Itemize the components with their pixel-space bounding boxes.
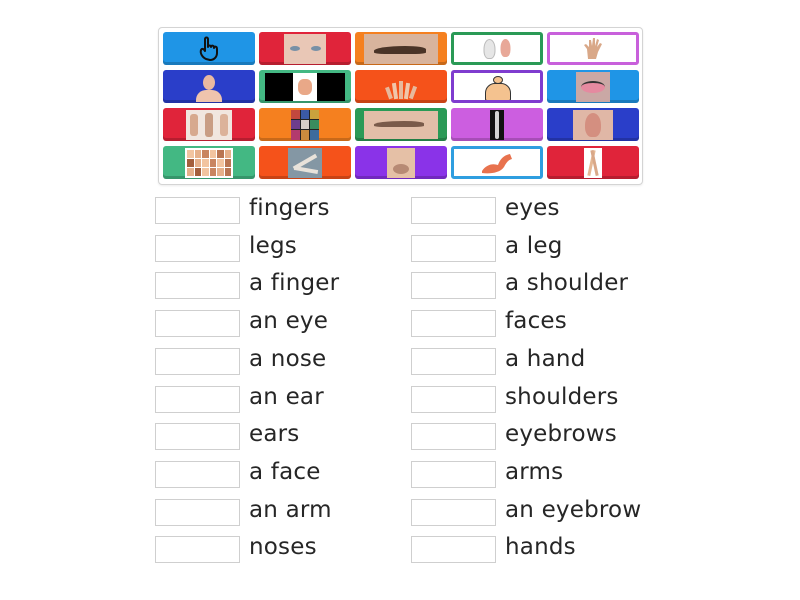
image-tile[interactable] [547, 146, 639, 179]
answer-label: ears [249, 421, 300, 447]
answer-label: fingers [249, 195, 330, 221]
answer-label: an eye [249, 308, 329, 334]
drop-slot[interactable] [411, 499, 496, 526]
fingers-photo-icon [376, 70, 426, 103]
ears-photo-icon [483, 35, 511, 62]
tile-board [158, 27, 643, 185]
drop-slot[interactable] [155, 310, 240, 337]
answer-label: a finger [249, 270, 340, 296]
eyes-photo-icon [284, 32, 326, 65]
eyebrow-photo-icon [364, 32, 438, 65]
image-tile[interactable] [547, 70, 639, 103]
drop-slot[interactable] [155, 536, 240, 563]
leg-xray-icon [490, 108, 504, 141]
drop-slot[interactable] [411, 461, 496, 488]
image-tile[interactable] [259, 146, 351, 179]
answer-label: eyes [505, 195, 560, 221]
image-tile[interactable] [547, 108, 639, 141]
arm-muscle-icon [480, 149, 514, 176]
drop-slot[interactable] [411, 386, 496, 413]
answer-label: noses [249, 534, 317, 560]
answer-label: a nose [249, 346, 327, 372]
image-tile[interactable] [355, 108, 447, 141]
drop-slot[interactable] [155, 423, 240, 450]
noses-chart-icon [185, 146, 233, 179]
drop-slot[interactable] [155, 461, 240, 488]
drop-slot[interactable] [411, 536, 496, 563]
answer-label: a shoulder [505, 270, 629, 296]
image-tile[interactable] [355, 70, 447, 103]
ear-photo-icon [573, 108, 613, 141]
image-tile[interactable] [259, 70, 351, 103]
answer-label: legs [249, 233, 297, 259]
answer-label: an eyebrow [505, 497, 642, 523]
legs-photo-icon [584, 146, 602, 179]
image-tile[interactable] [547, 32, 639, 65]
answer-label: shoulders [505, 384, 619, 410]
drop-slot[interactable] [155, 386, 240, 413]
image-tile[interactable] [451, 32, 543, 65]
image-tile[interactable] [355, 32, 447, 65]
drop-slot[interactable] [155, 272, 240, 299]
faces-collage-icon [291, 108, 319, 141]
answer-label: a leg [505, 233, 563, 259]
drop-slot[interactable] [155, 348, 240, 375]
image-tile[interactable] [163, 108, 255, 141]
drop-slot[interactable] [411, 235, 496, 262]
image-tile[interactable] [163, 32, 255, 65]
drop-slot[interactable] [411, 272, 496, 299]
drop-slot[interactable] [155, 235, 240, 262]
answer-label: an ear [249, 384, 324, 410]
image-tile[interactable] [259, 108, 351, 141]
pointing-finger-icon [196, 32, 222, 65]
drop-slot[interactable] [411, 423, 496, 450]
answer-label: an arm [249, 497, 332, 523]
eye-makeup-photo-icon [576, 70, 610, 103]
nose-photo-icon [387, 146, 415, 179]
face-photo-icon [194, 70, 224, 103]
image-tile[interactable] [163, 70, 255, 103]
image-tile[interactable] [451, 70, 543, 103]
arms-photo-icon [288, 146, 322, 179]
eyebrows-photo-icon [364, 108, 438, 141]
drop-slot[interactable] [411, 348, 496, 375]
image-tile[interactable] [259, 32, 351, 65]
hands-photo-icon [186, 108, 232, 141]
image-tile[interactable] [163, 146, 255, 179]
drop-slot[interactable] [411, 310, 496, 337]
hand-photo-icon [582, 35, 604, 62]
answer-label: eyebrows [505, 421, 617, 447]
image-tile[interactable] [451, 108, 543, 141]
image-tile[interactable] [451, 146, 543, 179]
answer-label: arms [505, 459, 564, 485]
drop-slot[interactable] [155, 499, 240, 526]
shoulder-diagram-icon [265, 70, 345, 103]
answer-label: faces [505, 308, 567, 334]
image-tile[interactable] [355, 146, 447, 179]
answer-label: hands [505, 534, 576, 560]
drop-slot[interactable] [155, 197, 240, 224]
drop-slot[interactable] [411, 197, 496, 224]
answer-label: a face [249, 459, 321, 485]
answer-label: a hand [505, 346, 586, 372]
shoulders-diagram-icon [482, 73, 512, 100]
